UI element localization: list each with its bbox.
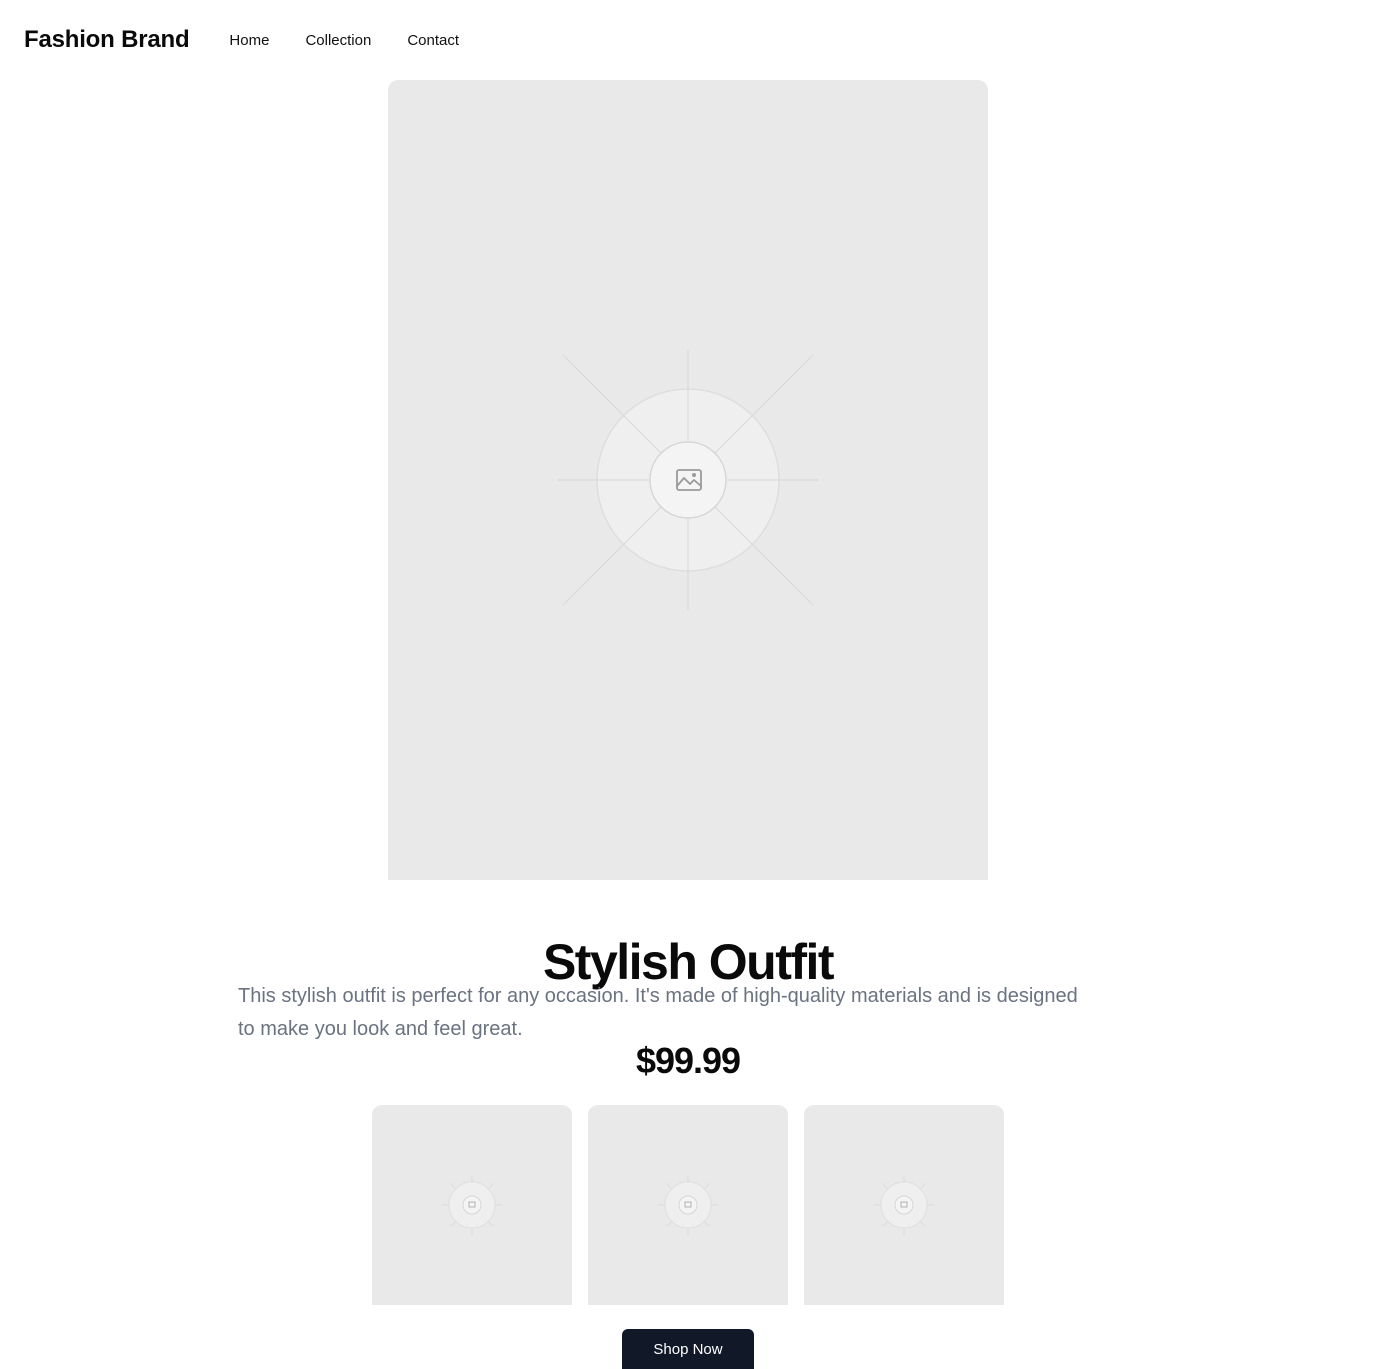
brand-logo[interactable]: Fashion Brand	[24, 26, 190, 54]
main-nav: Home Collection Contact	[229, 32, 495, 49]
thumbnail-3[interactable]	[804, 1105, 1004, 1305]
product-price: $99.99	[635, 1040, 741, 1081]
nav-link-home[interactable]: Home	[229, 32, 269, 49]
thumbnail-1[interactable]	[372, 1105, 572, 1305]
image-placeholder-icon	[658, 1175, 718, 1235]
product-main-image	[388, 80, 988, 880]
shop-now-button[interactable]: Shop Now	[622, 1329, 754, 1369]
product-thumbnails	[372, 1105, 1004, 1305]
nav-link-contact[interactable]: Contact	[407, 32, 459, 49]
image-placeholder-icon	[442, 1175, 502, 1235]
site-header: Fashion Brand Home Collection Contact	[24, 22, 495, 58]
image-placeholder-icon	[874, 1175, 934, 1235]
thumbnail-2[interactable]	[588, 1105, 788, 1305]
nav-link-collection[interactable]: Collection	[305, 32, 371, 49]
image-placeholder-icon	[558, 350, 818, 610]
